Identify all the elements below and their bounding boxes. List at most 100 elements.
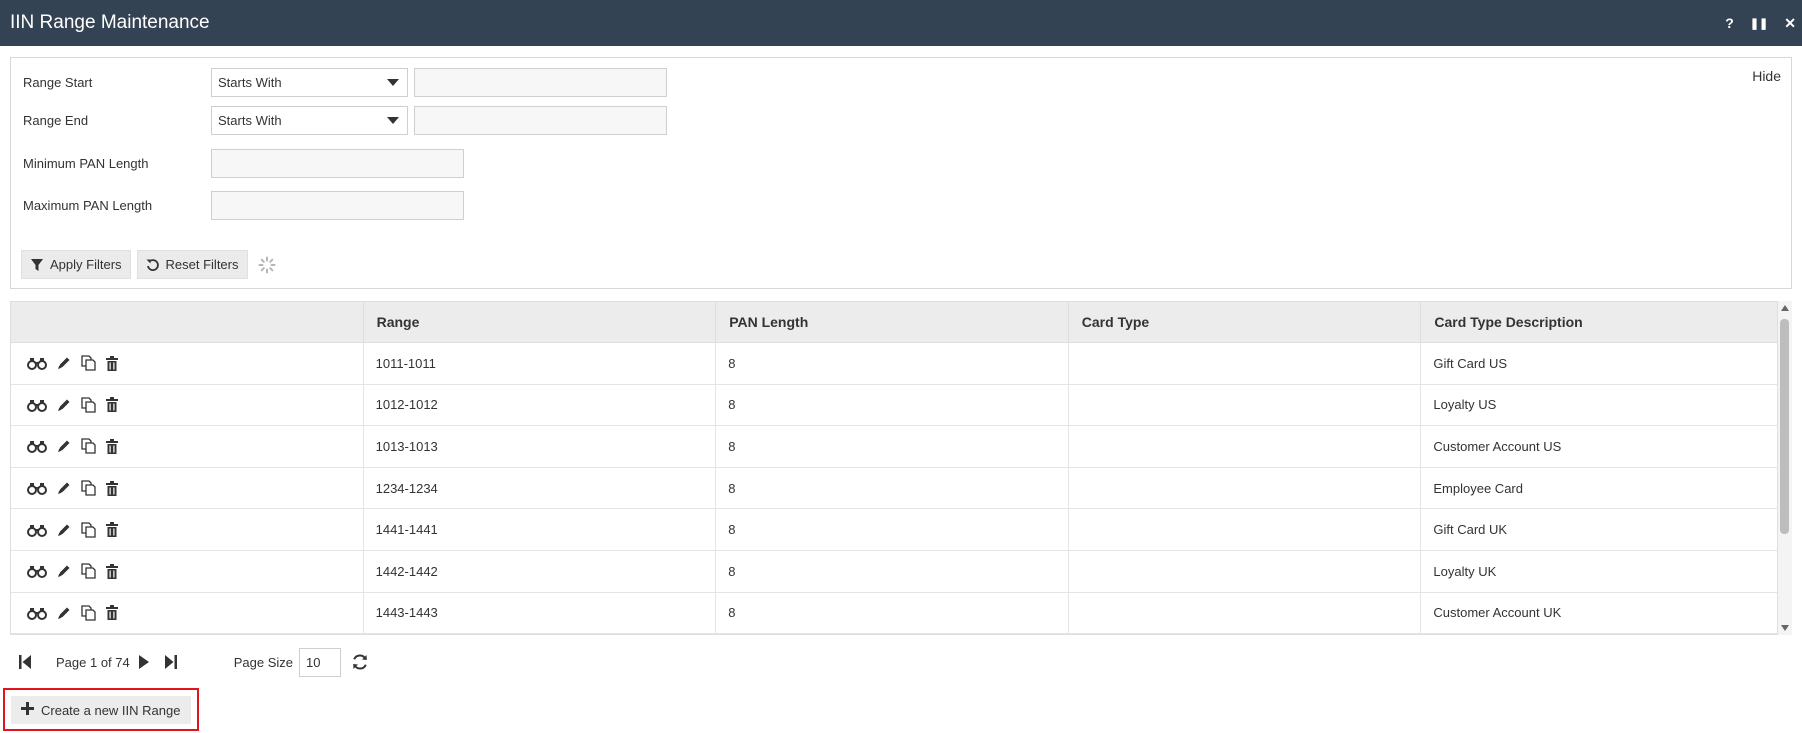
cell-range: 1234-1234 xyxy=(364,467,717,509)
cell-card-type xyxy=(1069,426,1422,467)
max-pan-length-input[interactable] xyxy=(211,191,464,220)
refresh-icon[interactable] xyxy=(351,653,369,671)
row-actions xyxy=(11,384,364,426)
column-header-pan-length[interactable]: PAN Length xyxy=(716,302,1069,342)
view-icon[interactable] xyxy=(27,398,47,412)
filter-icon xyxy=(30,258,44,272)
cell-pan-length: 8 xyxy=(716,509,1069,550)
reset-filters-label: Reset Filters xyxy=(165,257,239,272)
delete-icon[interactable] xyxy=(106,397,118,413)
range-end-operator-select[interactable]: Starts With xyxy=(211,106,408,135)
apply-filters-label: Apply Filters xyxy=(50,257,122,272)
filter-row-range-start: Range Start Starts With xyxy=(23,68,667,97)
table-row[interactable]: 1443-1443 8 Customer Account UK xyxy=(11,592,1777,634)
range-start-operator-value: Starts With xyxy=(218,75,282,90)
row-actions xyxy=(11,592,364,634)
table-row[interactable]: 1011-1011 8 Gift Card US xyxy=(11,343,1777,385)
table-row[interactable]: 1234-1234 8 Employee Card xyxy=(11,467,1777,510)
delete-icon[interactable] xyxy=(106,605,118,621)
delete-icon[interactable] xyxy=(106,438,118,454)
delete-icon[interactable] xyxy=(106,563,118,579)
page-info: Page 1 of 74 xyxy=(56,654,130,670)
cell-card-type-description: Loyalty UK xyxy=(1433,563,1497,579)
edit-icon[interactable] xyxy=(57,481,71,495)
copy-icon[interactable] xyxy=(81,563,96,579)
plus-icon xyxy=(21,702,34,718)
cell-pan-length: 8 xyxy=(716,592,1069,634)
copy-icon[interactable] xyxy=(81,438,96,455)
cell-card-type xyxy=(1069,384,1422,426)
view-icon[interactable] xyxy=(27,523,47,537)
cell-pan-length: 8 xyxy=(716,343,1069,384)
copy-icon[interactable] xyxy=(81,397,96,413)
edit-icon[interactable] xyxy=(57,398,71,412)
column-header-card-type-description[interactable]: Card Type Description xyxy=(1421,302,1777,342)
delete-icon[interactable] xyxy=(106,355,118,371)
last-page-icon[interactable] xyxy=(164,654,178,670)
range-start-input[interactable] xyxy=(414,68,667,97)
scroll-up-icon[interactable] xyxy=(1781,305,1789,311)
min-pan-length-input[interactable] xyxy=(211,149,464,178)
copy-icon[interactable] xyxy=(81,605,96,621)
cell-card-type-description: Loyalty US xyxy=(1433,397,1497,413)
reset-filters-button[interactable]: Reset Filters xyxy=(136,250,248,279)
scroll-down-icon[interactable] xyxy=(1781,625,1789,631)
scrollbar-thumb[interactable] xyxy=(1780,319,1789,534)
column-header-actions xyxy=(11,302,364,342)
table-row[interactable]: 1013-1013 8 Customer Account US xyxy=(11,426,1777,468)
edit-icon[interactable] xyxy=(57,523,71,537)
pager: Page 1 of 74 Page Size 10 xyxy=(18,647,369,677)
page-size-input[interactable]: 10 xyxy=(299,647,341,677)
range-end-input[interactable] xyxy=(414,106,667,135)
view-icon[interactable] xyxy=(27,439,47,454)
cell-card-type-description: Gift Card UK xyxy=(1433,522,1508,538)
view-icon[interactable] xyxy=(27,481,47,496)
first-page-icon[interactable] xyxy=(18,654,32,670)
window-controls: ? ❚❚ ✕ xyxy=(1725,0,1796,46)
cell-card-type-description: Customer Account US xyxy=(1433,438,1562,454)
create-iin-range-button[interactable]: Create a new IIN Range xyxy=(11,696,191,724)
hide-filters-link[interactable]: Hide xyxy=(1752,68,1781,84)
edit-icon[interactable] xyxy=(57,606,71,620)
cell-pan-length: 8 xyxy=(716,550,1069,592)
range-start-operator-select[interactable]: Starts With xyxy=(211,68,408,97)
row-actions xyxy=(11,550,364,592)
row-actions xyxy=(11,509,364,550)
grid-scrollbar[interactable] xyxy=(1778,301,1792,635)
loading-spinner-icon xyxy=(258,256,276,274)
cell-range: 1013-1013 xyxy=(364,426,717,467)
cell-card-type-description: Gift Card US xyxy=(1433,355,1508,371)
delete-icon[interactable] xyxy=(106,480,118,496)
reset-icon xyxy=(146,258,160,272)
table-row[interactable]: 1012-1012 8 Loyalty US xyxy=(11,384,1777,427)
chevron-down-icon xyxy=(387,117,399,124)
filter-buttons: Apply Filters Reset Filters xyxy=(21,250,276,279)
table-row[interactable]: 1441-1441 8 Gift Card UK xyxy=(11,509,1777,551)
pause-icon[interactable]: ❚❚ xyxy=(1750,17,1768,30)
filter-panel: Hide Range Start Starts With Range End S… xyxy=(10,57,1792,289)
row-actions xyxy=(11,426,364,467)
cell-card-type-description: Employee Card xyxy=(1433,480,1523,496)
view-icon[interactable] xyxy=(27,564,47,579)
column-header-range[interactable]: Range xyxy=(364,302,717,342)
cell-range: 1441-1441 xyxy=(364,509,717,550)
filter-row-min-pan: Minimum PAN Length xyxy=(23,149,464,178)
column-header-card-type[interactable]: Card Type xyxy=(1069,302,1422,342)
apply-filters-button[interactable]: Apply Filters xyxy=(21,250,131,279)
row-actions xyxy=(11,467,364,509)
close-icon[interactable]: ✕ xyxy=(1784,15,1796,32)
edit-icon[interactable] xyxy=(57,439,71,453)
edit-icon[interactable] xyxy=(57,564,71,578)
next-page-icon[interactable] xyxy=(138,654,150,670)
view-icon[interactable] xyxy=(27,356,47,371)
delete-icon[interactable] xyxy=(106,522,118,538)
iin-range-grid: Range PAN Length Card Type Card Type Des… xyxy=(10,301,1778,635)
view-icon[interactable] xyxy=(27,606,47,620)
edit-icon[interactable] xyxy=(57,356,71,370)
copy-icon[interactable] xyxy=(81,355,96,371)
copy-icon[interactable] xyxy=(81,480,96,496)
range-end-operator-value: Starts With xyxy=(218,113,282,128)
help-icon[interactable]: ? xyxy=(1725,15,1734,31)
table-row[interactable]: 1442-1442 8 Loyalty UK xyxy=(11,550,1777,593)
copy-icon[interactable] xyxy=(81,522,96,538)
